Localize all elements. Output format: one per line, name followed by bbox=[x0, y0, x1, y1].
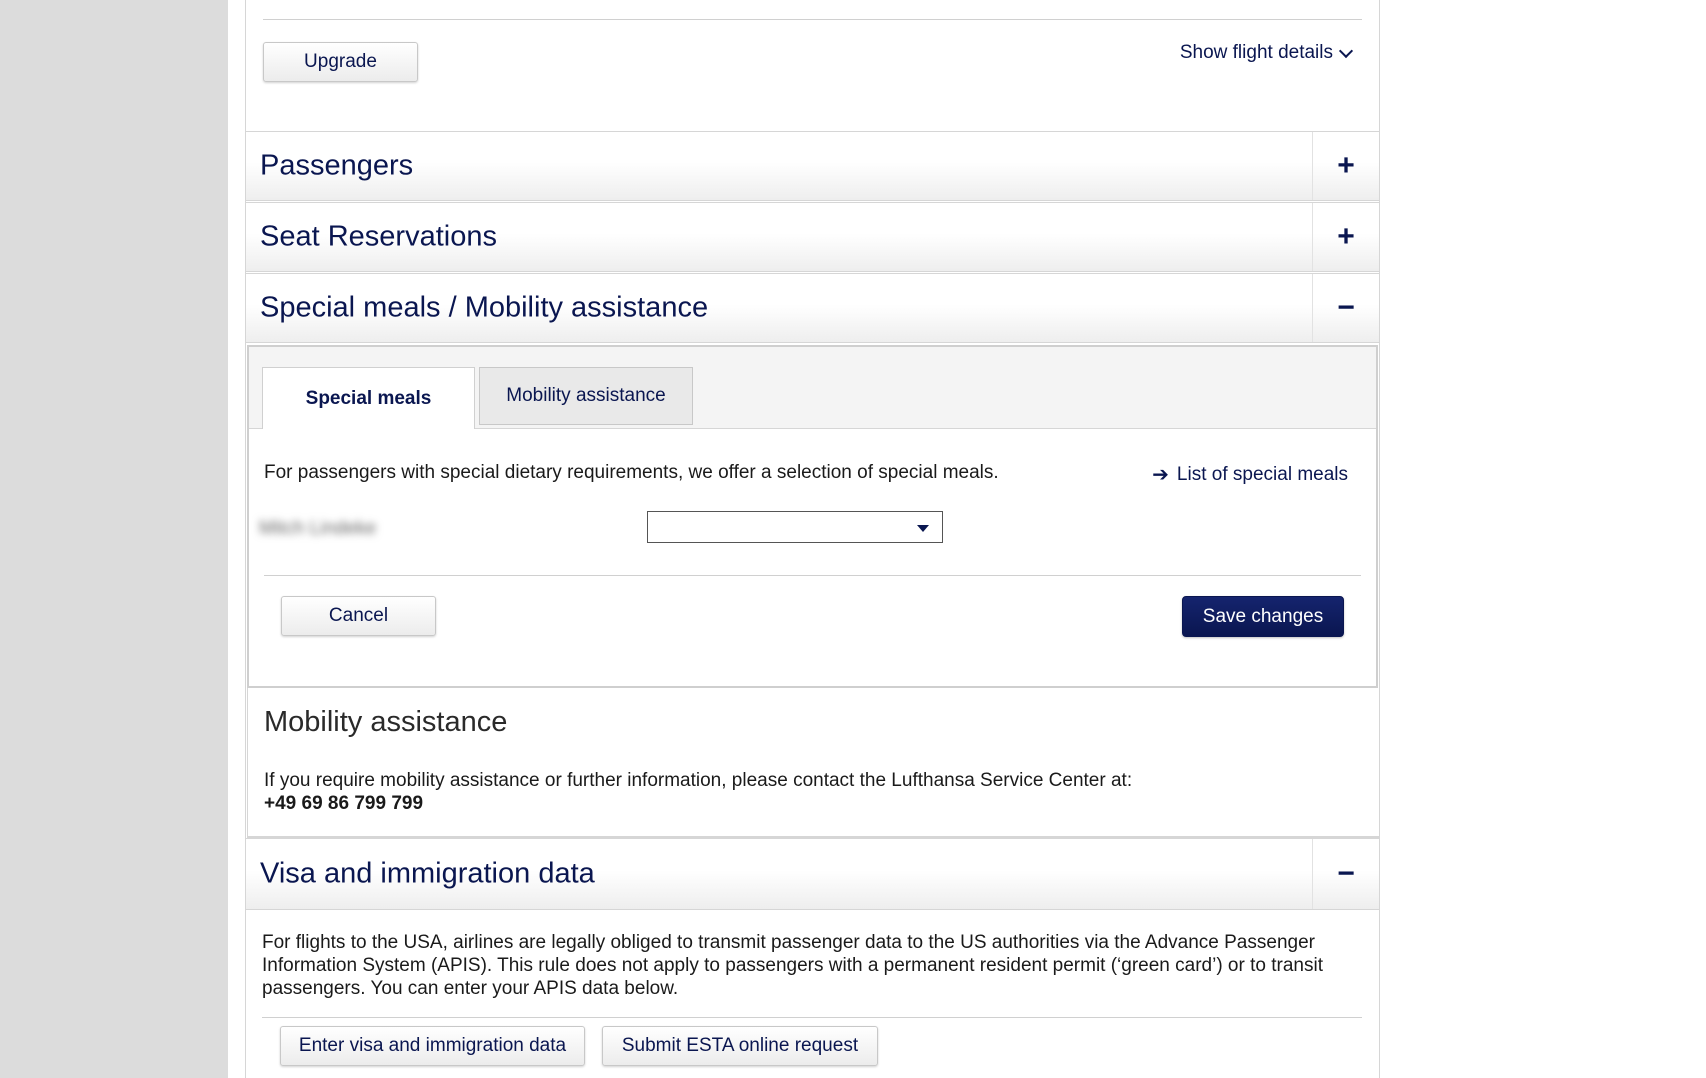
plus-icon[interactable]: + bbox=[1312, 132, 1379, 200]
divider bbox=[262, 1017, 1362, 1018]
special-meals-panel: Special meals Mobility assistance For pa… bbox=[247, 345, 1378, 688]
cancel-button[interactable]: Cancel bbox=[281, 596, 436, 636]
meal-select[interactable] bbox=[647, 511, 943, 543]
enter-visa-data-button[interactable]: Enter visa and immigration data bbox=[280, 1026, 585, 1066]
service-center-phone: +49 69 86 799 799 bbox=[264, 793, 424, 814]
chevron-down-icon bbox=[1338, 43, 1354, 58]
save-changes-button[interactable]: Save changes bbox=[1182, 596, 1344, 637]
booking-page: Upgrade Show flight details Passengers +… bbox=[245, 0, 1380, 1078]
accordion-title: Visa and immigration data bbox=[260, 857, 595, 890]
mobility-assistance-section: Mobility assistance If you require mobil… bbox=[247, 688, 1380, 838]
accordion-seat-reservations[interactable]: Seat Reservations + bbox=[246, 202, 1379, 272]
accordion-special-meals[interactable]: Special meals / Mobility assistance − bbox=[246, 273, 1379, 343]
list-of-special-meals-link[interactable]: ➔ List of special meals bbox=[1152, 462, 1348, 487]
accordion-passengers[interactable]: Passengers + bbox=[246, 131, 1379, 201]
minus-icon[interactable]: − bbox=[1312, 839, 1379, 909]
plus-icon[interactable]: + bbox=[1312, 203, 1379, 271]
divider bbox=[264, 575, 1361, 576]
divider bbox=[263, 19, 1362, 20]
arrow-right-icon: ➔ bbox=[1152, 464, 1169, 486]
visa-description: For flights to the USA, airlines are leg… bbox=[262, 932, 1323, 999]
mobility-title: Mobility assistance bbox=[264, 706, 508, 738]
tab-bar: Special meals Mobility assistance bbox=[249, 347, 1376, 429]
upgrade-button[interactable]: Upgrade bbox=[263, 42, 418, 82]
left-gutter bbox=[0, 0, 228, 1078]
accordion-visa-immigration[interactable]: Visa and immigration data − bbox=[246, 838, 1379, 910]
accordion-title: Seat Reservations bbox=[260, 220, 497, 253]
mobility-text: If you require mobility assistance or fu… bbox=[264, 770, 1133, 791]
minus-icon[interactable]: − bbox=[1312, 274, 1379, 342]
list-of-special-meals-label: List of special meals bbox=[1176, 463, 1348, 485]
show-flight-details-link[interactable]: Show flight details bbox=[1179, 42, 1354, 64]
passenger-name-label: Mitch Lindeke bbox=[259, 518, 377, 539]
tab-special-meals[interactable]: Special meals bbox=[262, 367, 475, 429]
special-meals-description: For passengers with special dietary requ… bbox=[264, 462, 999, 483]
accordion-title: Passengers bbox=[260, 149, 414, 182]
caret-down-icon bbox=[917, 525, 929, 532]
show-flight-details-label: Show flight details bbox=[1179, 42, 1333, 63]
submit-esta-button[interactable]: Submit ESTA online request bbox=[602, 1026, 878, 1066]
tab-mobility-assistance[interactable]: Mobility assistance bbox=[479, 367, 693, 425]
accordion-title: Special meals / Mobility assistance bbox=[260, 291, 709, 324]
